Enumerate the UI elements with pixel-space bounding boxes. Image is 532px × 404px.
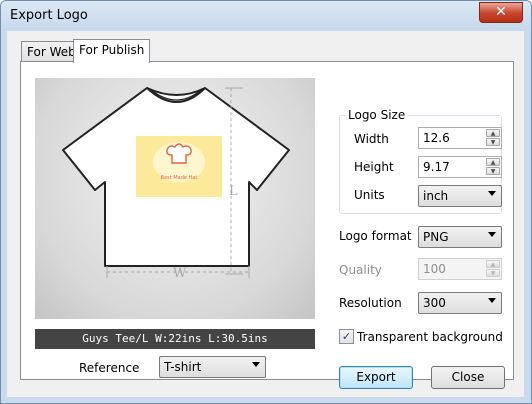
quality-spinbox[interactable]: 100 ▲ ▼	[418, 258, 502, 280]
quality-spin-up-button[interactable]: ▲	[486, 260, 500, 268]
height-spin-down-button[interactable]: ▼	[486, 167, 500, 175]
logo-format-label: Logo format	[339, 229, 412, 243]
chevron-down-icon	[488, 191, 496, 196]
tab-for-publish[interactable]: For Publish	[73, 39, 151, 63]
height-spinbox[interactable]: 9.17 ▲ ▼	[418, 156, 502, 178]
close-button[interactable]: Close	[431, 366, 505, 389]
logo-format-select[interactable]: PNG	[418, 226, 502, 248]
tshirt-preview: L W Best Made Hat	[35, 78, 315, 319]
chevron-down-icon	[252, 362, 260, 367]
chevron-down-icon	[488, 298, 496, 303]
dialog-body: For Web For Publish L W Best Made Hat Gu…	[7, 31, 524, 397]
resolution-value: 300	[423, 296, 446, 310]
logo-size-title: Logo Size	[346, 108, 408, 122]
logo-text: Best Made Hat	[161, 175, 198, 181]
window-title: Export Logo	[10, 8, 88, 23]
width-value: 12.6	[423, 131, 450, 145]
length-dimension-label: L	[229, 184, 238, 199]
preview-caption: Guys Tee/L W:22ins L:30.5ins	[35, 329, 315, 349]
export-button[interactable]: Export	[339, 366, 413, 389]
units-label: Units	[354, 188, 385, 202]
reference-value: T-shirt	[164, 360, 202, 374]
chevron-down-icon	[488, 232, 496, 237]
title-bar: Export Logo ✕	[1, 1, 531, 31]
width-label: Width	[354, 132, 389, 146]
quality-spin-down-button[interactable]: ▼	[486, 269, 500, 277]
transparent-background-checkbox[interactable]: ✓	[339, 329, 354, 344]
units-select[interactable]: inch	[418, 185, 502, 207]
quality-label: Quality	[339, 263, 382, 277]
checkmark-icon: ✓	[341, 330, 352, 343]
width-dimension-label: W	[173, 266, 187, 281]
width-spin-down-button[interactable]: ▼	[486, 138, 500, 146]
tshirt-illustration: L W Best Made Hat	[62, 87, 290, 281]
close-icon: ✕	[495, 4, 507, 20]
height-spin-up-button[interactable]: ▲	[486, 158, 500, 166]
for-publish-panel: L W Best Made Hat Guys Tee/L W:22ins L:3…	[20, 61, 514, 380]
width-spinbox[interactable]: 12.6 ▲ ▼	[418, 127, 502, 149]
logo-format-value: PNG	[423, 230, 449, 244]
resolution-select[interactable]: 300	[418, 292, 502, 314]
transparent-background-label[interactable]: Transparent background	[357, 330, 503, 344]
quality-value: 100	[423, 262, 446, 276]
units-value: inch	[423, 189, 449, 203]
height-label: Height	[354, 160, 394, 174]
reference-select[interactable]: T-shirt	[159, 356, 266, 378]
export-logo-dialog: Export Logo ✕ For Web For Publish L W Be…	[0, 0, 532, 404]
height-value: 9.17	[423, 160, 450, 174]
reference-label: Reference	[79, 361, 140, 375]
resolution-label: Resolution	[339, 296, 402, 310]
width-spin-up-button[interactable]: ▲	[486, 129, 500, 137]
window-close-button[interactable]: ✕	[479, 2, 523, 23]
